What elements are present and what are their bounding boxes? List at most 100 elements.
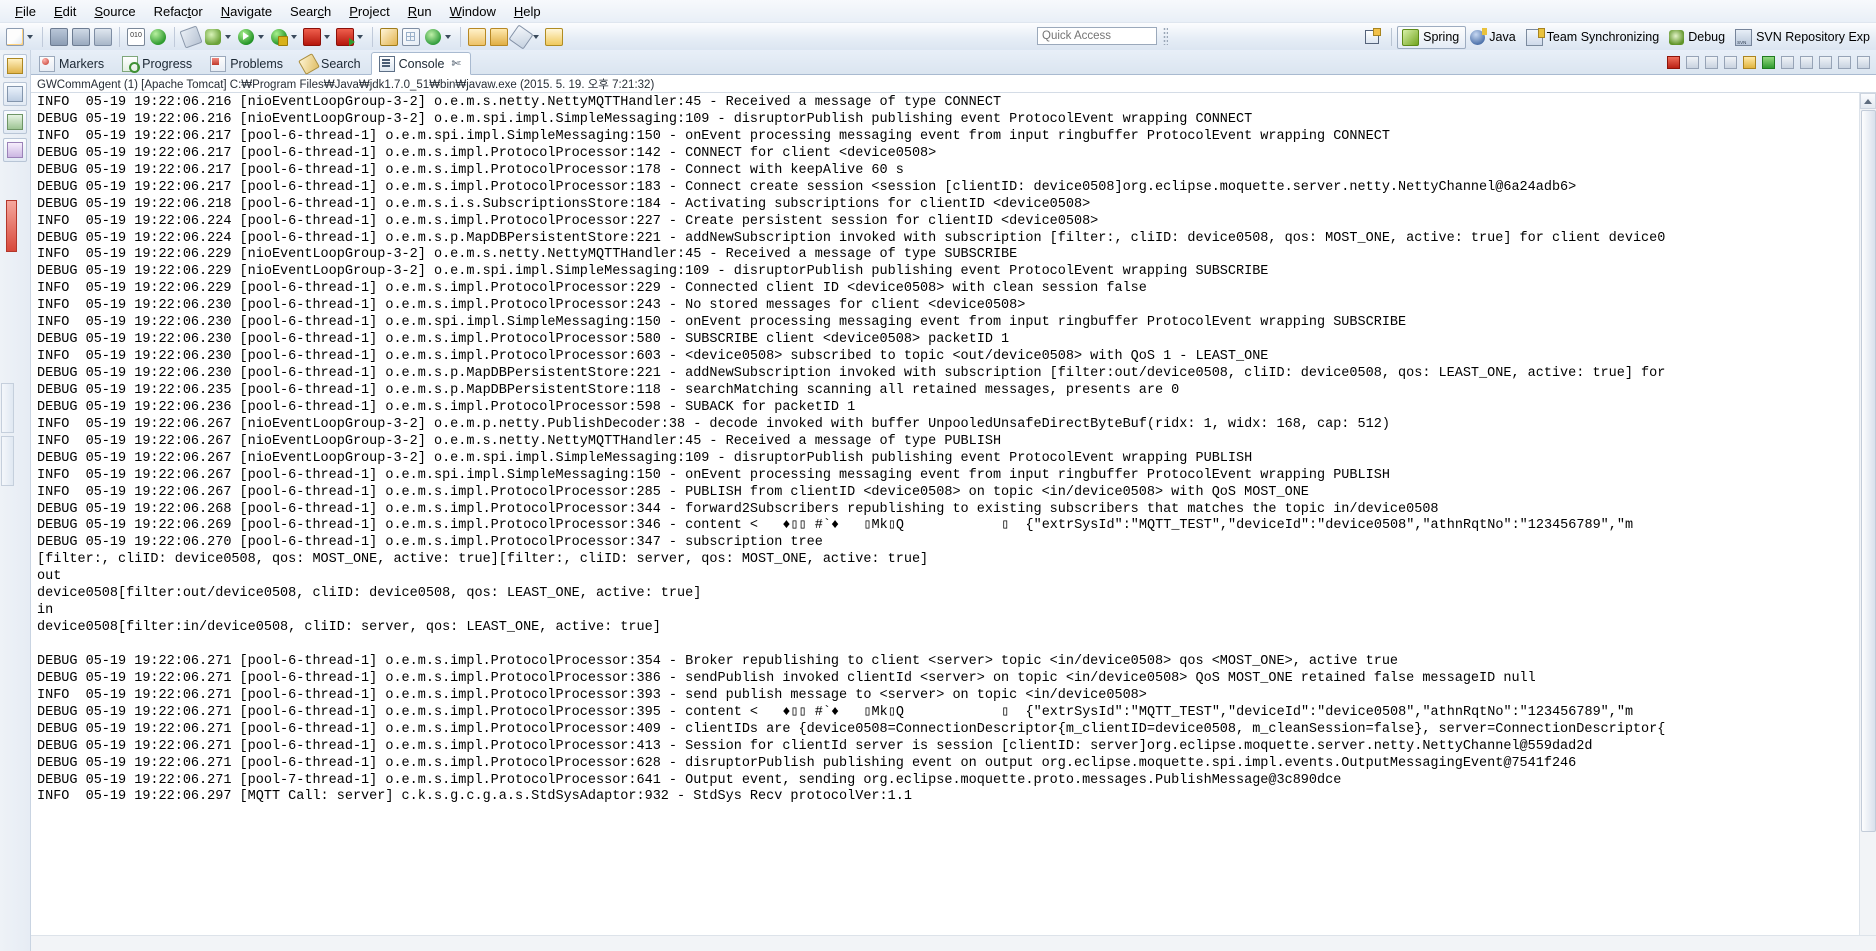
server-run-button[interactable]: [334, 26, 356, 48]
remove-all-launches-button[interactable]: [1703, 54, 1720, 71]
last-edit-button[interactable]: [543, 26, 565, 48]
binary-icon: 010: [127, 28, 145, 46]
new-java-package-button[interactable]: [378, 26, 400, 48]
display-selected-console-button[interactable]: [1779, 54, 1796, 71]
scroll-up-button[interactable]: [1860, 93, 1876, 109]
menu-item-window[interactable]: Window: [441, 2, 505, 21]
console-log-line: [37, 637, 1860, 654]
open-task-button[interactable]: [488, 26, 510, 48]
git-button[interactable]: [422, 26, 444, 48]
run-external-tools-icon: [271, 29, 287, 45]
new-wizard-button[interactable]: [4, 26, 26, 48]
print-button[interactable]: [92, 26, 114, 48]
menu-item-file[interactable]: File: [6, 2, 45, 21]
minimized-view-item[interactable]: [1, 383, 14, 433]
scroll-thumb[interactable]: [1861, 110, 1876, 832]
console-log-line: DEBUG 05-19 19:22:06.270 [pool-6-thread-…: [37, 535, 1860, 552]
console-log-line: INFO 05-19 19:22:06.230 [pool-6-thread-1…: [37, 349, 1860, 366]
open-type-button[interactable]: [466, 26, 488, 48]
tab-console[interactable]: Console ✄: [371, 52, 471, 75]
menu-item-window-label-rest: indow: [462, 4, 496, 19]
menu-item-refactor-label-a: Refac: [154, 4, 188, 19]
spring-leaf-icon: [150, 29, 166, 45]
fast-view-outline[interactable]: [3, 82, 27, 106]
clear-console-button[interactable]: [1722, 54, 1739, 71]
save-all-icon: [72, 28, 90, 46]
pin-console-button[interactable]: [1760, 54, 1777, 71]
toolbar-separator: [42, 27, 43, 47]
stop-dropdown-icon[interactable]: [324, 35, 330, 39]
quick-access-input[interactable]: [1037, 27, 1157, 45]
spring-tool-button[interactable]: [147, 26, 169, 48]
minimized-view-item[interactable]: [1, 436, 14, 486]
skip-breakpoints-button[interactable]: [180, 26, 202, 48]
minimize-view-button[interactable]: [1836, 54, 1853, 71]
menu-item-navigate[interactable]: Navigate: [212, 2, 281, 21]
console-log-line: INFO 05-19 19:22:06.224 [pool-6-thread-1…: [37, 214, 1860, 231]
tab-search[interactable]: Search: [293, 52, 371, 74]
fast-view-package-explorer[interactable]: [3, 54, 27, 78]
new-class-button[interactable]: [400, 26, 422, 48]
run-dropdown-icon[interactable]: [258, 35, 264, 39]
tab-progress[interactable]: Progress: [114, 52, 202, 74]
git-dropdown-icon[interactable]: [445, 35, 451, 39]
console-horizontal-scrollbar[interactable]: [31, 935, 1876, 951]
perspective-java[interactable]: Java: [1466, 28, 1521, 47]
open-perspective-button[interactable]: [1362, 28, 1382, 46]
annotation-dropdown-icon[interactable]: [533, 35, 539, 39]
perspective-debug[interactable]: Debug: [1665, 28, 1731, 47]
remove-launch-button[interactable]: [1684, 54, 1701, 71]
spring-perspective-icon: [1402, 29, 1419, 46]
annotation-button[interactable]: [510, 26, 532, 48]
new-wizard-dropdown-icon[interactable]: [27, 35, 33, 39]
remove-launch-icon: [1686, 56, 1699, 69]
tab-markers[interactable]: Markers: [31, 52, 114, 74]
console-log-line: DEBUG 05-19 19:22:06.271 [pool-6-thread-…: [37, 654, 1860, 671]
menu-item-source-label-rest: ource: [103, 4, 136, 19]
menu-item-search-label-b: h: [324, 4, 331, 19]
console-vertical-scrollbar[interactable]: [1859, 93, 1876, 951]
perspective-svn-repository[interactable]: SVN Repository Exp: [1731, 27, 1876, 48]
menu-item-search[interactable]: Search: [281, 2, 340, 21]
menu-item-project[interactable]: Project: [340, 2, 398, 21]
fast-view-servers[interactable]: [3, 110, 27, 134]
remove-all-icon: [1705, 56, 1718, 69]
console-log-line: INFO 05-19 19:22:06.216 [nioEventLoopGro…: [37, 95, 1860, 112]
tab-console-label: Console: [399, 57, 445, 71]
menu-item-refactor[interactable]: Refactor: [145, 2, 212, 21]
clear-console-icon: [1724, 56, 1737, 69]
stop-button[interactable]: [301, 26, 323, 48]
console-log-line: out: [37, 569, 1860, 586]
tab-problems[interactable]: Problems: [202, 52, 293, 74]
toolbar-drag-handle[interactable]: [1163, 27, 1168, 45]
maximize-view-button[interactable]: [1855, 54, 1872, 71]
open-console-button[interactable]: [1798, 54, 1815, 71]
progress-icon: [122, 56, 138, 72]
menu-item-source[interactable]: Source: [85, 2, 144, 21]
perspective-team-synchronizing[interactable]: Team Synchronizing: [1522, 27, 1666, 48]
open-type-icon: [468, 28, 486, 46]
console-output-area[interactable]: INFO 05-19 19:22:06.216 [nioEventLoopGro…: [31, 93, 1876, 951]
run-external-dropdown-icon[interactable]: [291, 35, 297, 39]
terminate-button[interactable]: [1665, 54, 1682, 71]
outline-icon: [7, 86, 23, 102]
menu-item-edit[interactable]: Edit: [45, 2, 85, 21]
console-log-line: DEBUG 05-19 19:22:06.267 [nioEventLoopGr…: [37, 451, 1860, 468]
menu-item-help[interactable]: Help: [505, 2, 550, 21]
scroll-lock-button[interactable]: [1741, 54, 1758, 71]
fast-view-hierarchy[interactable]: [3, 138, 27, 162]
minimized-view-stack[interactable]: [0, 380, 13, 500]
save-all-button[interactable]: [70, 26, 92, 48]
server-run-dropdown-icon[interactable]: [357, 35, 363, 39]
run-external-button[interactable]: [268, 26, 290, 48]
maximize-icon: [1857, 56, 1870, 69]
perspective-spring[interactable]: Spring: [1397, 26, 1466, 49]
view-menu-button[interactable]: [1817, 54, 1834, 71]
debug-button[interactable]: [202, 26, 224, 48]
menu-item-run[interactable]: Run: [399, 2, 441, 21]
run-button[interactable]: [235, 26, 257, 48]
debug-dropdown-icon[interactable]: [225, 35, 231, 39]
close-tab-icon[interactable]: ✄: [451, 57, 460, 70]
toggle-binary-button[interactable]: 010: [125, 26, 147, 48]
save-button[interactable]: [48, 26, 70, 48]
